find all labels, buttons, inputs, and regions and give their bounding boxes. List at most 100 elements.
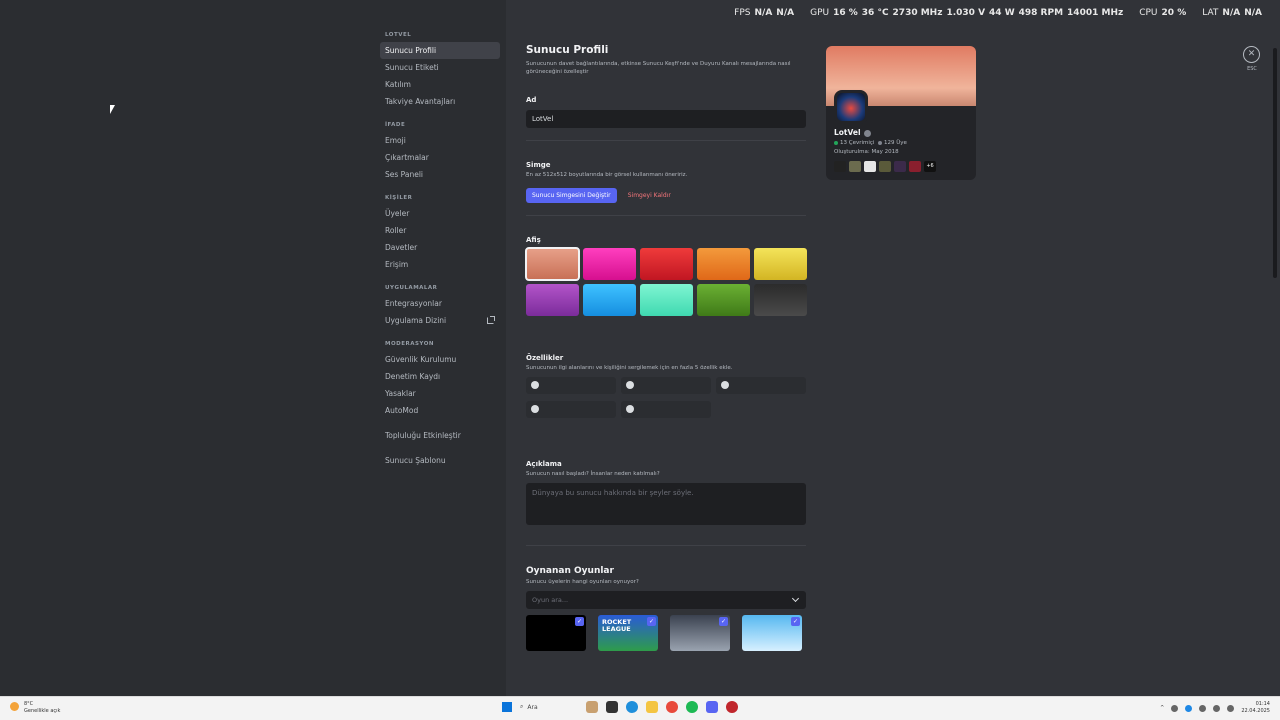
remove-icon-button[interactable]: Simgeyi Kaldır [622, 188, 677, 203]
banner-option[interactable] [697, 248, 750, 280]
wifi-icon[interactable] [1213, 704, 1221, 712]
server-icon [834, 90, 868, 124]
sidebar-item-safety-setup[interactable]: Güvenlik Kurulumu [380, 351, 500, 368]
online-count: 13 Çevrimiçi [840, 140, 875, 146]
sidebar-item-app-directory[interactable]: Uygulama Dizini [380, 312, 500, 329]
online-dot-icon [834, 140, 838, 145]
scrollbar-thumb[interactable] [1273, 48, 1277, 278]
sidebar-item-server-template[interactable]: Sunucu Şablonu [380, 452, 500, 469]
page-title: Sunucu Profili [526, 44, 609, 56]
emoji-icon[interactable] [531, 381, 539, 389]
close-settings-button[interactable]: ✕ ESC [1243, 46, 1261, 72]
gpu-clock: 2730 MHz [892, 8, 943, 18]
banner-option[interactable] [697, 284, 750, 316]
volume-icon[interactable] [1227, 704, 1235, 712]
server-profile-content: Sunucu Profili Sunucunun davet bağlantıl… [525, 44, 807, 651]
banner-option[interactable] [583, 248, 636, 280]
sidebar-item-server-profile[interactable]: Sunucu Profili [380, 42, 500, 59]
sidebar-item-automod[interactable]: AutoMod [380, 402, 500, 419]
sidebar-item-roles[interactable]: Roller [380, 222, 500, 239]
steam-icon[interactable] [1185, 704, 1193, 712]
sidebar-item-label: Uygulama Dizini [385, 316, 447, 325]
sidebar-item-access[interactable]: Erişim [380, 256, 500, 273]
chrome-icon[interactable] [666, 701, 678, 713]
game-search-placeholder: Oyun ara... [532, 596, 569, 604]
emoji-icon[interactable] [531, 405, 539, 413]
game-tag-icon [849, 161, 861, 172]
sidebar-item-enable-community[interactable]: Topluluğu Etkinleştir [380, 427, 500, 444]
emoji-icon[interactable] [626, 405, 634, 413]
tray-icon[interactable] [1171, 704, 1179, 712]
gpu-volt: 1.030 V [946, 8, 986, 18]
edge-icon[interactable] [626, 701, 638, 713]
trait-input[interactable] [621, 377, 711, 394]
sidebar-item-integrations[interactable]: Entegrasyonlar [380, 295, 500, 312]
game-tag-more: +6 [924, 161, 936, 172]
weather-widget[interactable]: 8°C Genellikle açık [10, 701, 60, 715]
game-tile[interactable]: ✓ [670, 615, 730, 651]
app-icon[interactable] [726, 701, 738, 713]
checkmark-icon: ✓ [791, 617, 800, 626]
sidebar-item-onboarding[interactable]: Katılım [380, 76, 500, 93]
preview-game-tags: +6 [834, 161, 936, 172]
sidebar-item-emoji[interactable]: Emoji [380, 132, 500, 149]
game-tile-rocket-league[interactable]: ROCKET LEAGUE ✓ [598, 615, 658, 651]
widget-app-icon[interactable] [586, 701, 598, 713]
taskbar-search[interactable]: ⌕ Ara [520, 703, 578, 711]
server-name-input[interactable]: LotVel [526, 110, 806, 128]
game-tile[interactable]: ✓ [742, 615, 802, 651]
emoji-icon[interactable] [626, 381, 634, 389]
network-icon[interactable] [1199, 704, 1207, 712]
banner-option[interactable] [526, 284, 579, 316]
member-count: 129 Üye [883, 140, 907, 146]
banner-option[interactable] [640, 284, 693, 316]
name-label: Ad [526, 96, 537, 104]
banner-option[interactable] [754, 284, 807, 316]
game-tile[interactable]: ✓ [526, 615, 586, 651]
sidebar-item-boost-perks[interactable]: Takviye Avantajları [380, 93, 500, 110]
game-search-input[interactable]: Oyun ara... [526, 591, 806, 609]
weather-temp: 8°C [24, 701, 34, 707]
settings-window: LOTVEL Sunucu Profili Sunucu Etiketi Kat… [0, 0, 1280, 696]
sidebar-item-members[interactable]: Üyeler [380, 205, 500, 222]
sidebar-item-audit-log[interactable]: Denetim Kaydı [380, 368, 500, 385]
description-textarea[interactable]: Dünyaya bu sunucu hakkında bir şeyler sö… [526, 483, 806, 525]
cpu-label: CPU [1139, 8, 1158, 18]
sidebar-header-people: KİŞİLER [385, 195, 413, 201]
gpu-fan: 498 RPM [1018, 8, 1064, 18]
banner-option[interactable] [640, 248, 693, 280]
system-tray: ^ 01:14 22.04.2025 [1160, 701, 1270, 715]
sidebar-item-bans[interactable]: Yasaklar [380, 385, 500, 402]
sidebar-header-server: LOTVEL [385, 32, 412, 38]
spotify-icon[interactable] [686, 701, 698, 713]
emoji-icon[interactable] [721, 381, 729, 389]
game-tag-icon [909, 161, 921, 172]
trait-input[interactable] [526, 377, 616, 394]
windows-start-icon[interactable] [502, 702, 512, 712]
clock[interactable]: 01:14 22.04.2025 [1241, 701, 1270, 715]
task-view-icon[interactable] [606, 701, 618, 713]
member-dot-icon [877, 140, 882, 145]
game-tag-icon [894, 161, 906, 172]
mouse-cursor [109, 104, 116, 115]
trait-input[interactable] [526, 401, 616, 418]
sidebar-item-soundboard[interactable]: Ses Paneli [380, 166, 500, 183]
sidebar-item-stickers[interactable]: Çıkartmalar [380, 149, 500, 166]
banner-option[interactable] [525, 247, 580, 281]
created-date: Oluşturulma: May 2018 [834, 149, 899, 155]
gpu-label: GPU [810, 8, 830, 18]
trait-input[interactable] [716, 377, 806, 394]
page-subtitle: Sunucunun davet bağlantılarında, etkinse… [526, 61, 791, 75]
settings-sidebar: LOTVEL Sunucu Profili Sunucu Etiketi Kat… [380, 28, 500, 469]
change-icon-button[interactable]: Sunucu Simgesini Değiştir [526, 188, 617, 203]
esc-label: ESC [1247, 66, 1257, 72]
file-explorer-icon[interactable] [646, 701, 658, 713]
discord-icon[interactable] [706, 701, 718, 713]
sidebar-item-invites[interactable]: Davetler [380, 239, 500, 256]
chevron-up-icon[interactable]: ^ [1160, 705, 1164, 711]
sidebar-header-expression: İFADE [385, 122, 406, 128]
banner-option[interactable] [754, 248, 807, 280]
trait-input[interactable] [621, 401, 711, 418]
banner-option[interactable] [583, 284, 636, 316]
sidebar-item-server-tag[interactable]: Sunucu Etiketi [380, 59, 500, 76]
